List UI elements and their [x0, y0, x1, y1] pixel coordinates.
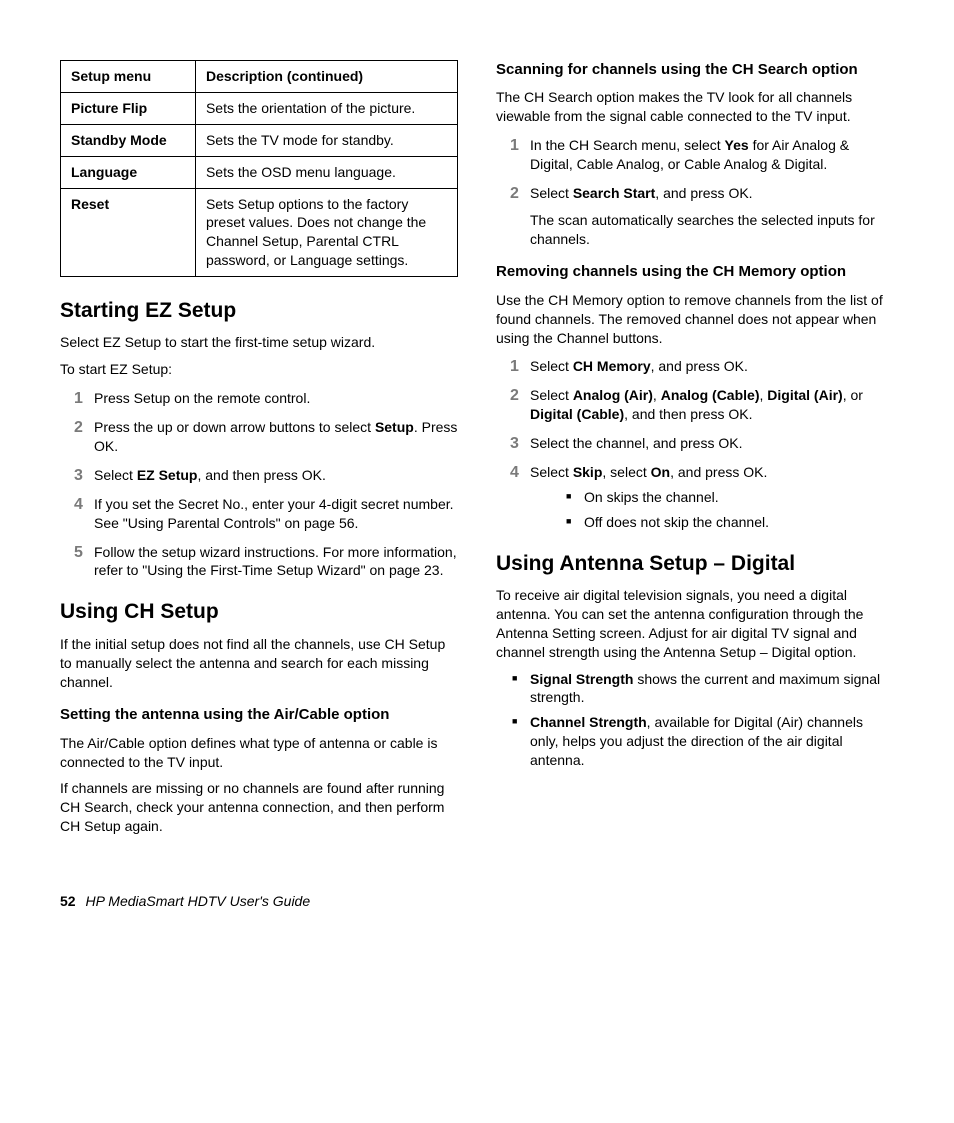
step-number: 1 [510, 135, 519, 157]
paragraph: Select EZ Setup to start the first-time … [60, 333, 458, 352]
step-text: If you set the Secret No., enter your 4-… [94, 496, 454, 531]
footer-title: HP MediaSmart HDTV User's Guide [85, 893, 310, 909]
list-item: 1 In the CH Search menu, select Yes for … [496, 136, 894, 174]
table-header-setup: Setup menu [61, 61, 196, 93]
step-text: Follow the setup wizard instructions. Fo… [94, 544, 457, 579]
paragraph: To start EZ Setup: [60, 360, 458, 379]
remove-steps: 1 Select CH Memory, and press OK. 2 Sele… [496, 357, 894, 531]
paragraph: The CH Search option makes the TV look f… [496, 88, 894, 126]
setup-menu-table: Setup menu Description (continued) Pictu… [60, 60, 458, 277]
list-item: 1 Select CH Memory, and press OK. [496, 357, 894, 376]
step-text: Select CH Memory, and press OK. [530, 358, 748, 374]
table-cell-desc: Sets the TV mode for standby. [195, 124, 457, 156]
list-item: 4 If you set the Secret No., enter your … [60, 495, 458, 533]
list-item: 1 Press Setup on the remote control. [60, 389, 458, 408]
antenna-bullets: Signal Strength shows the current and ma… [496, 670, 894, 770]
table-row: Standby Mode Sets the TV mode for standb… [61, 124, 458, 156]
step-number: 4 [74, 494, 83, 516]
table-cell-key: Picture Flip [61, 92, 196, 124]
step-number: 3 [510, 433, 519, 455]
step-text: Select Skip, select On, and press OK. [530, 464, 767, 480]
subheading-scan: Scanning for channels using the CH Searc… [496, 60, 894, 80]
table-cell-desc: Sets the OSD menu language. [195, 156, 457, 188]
right-column: Scanning for channels using the CH Searc… [496, 60, 894, 844]
step-number: 2 [510, 183, 519, 205]
step-text: In the CH Search menu, select Yes for Ai… [530, 137, 849, 172]
step-number: 1 [74, 388, 83, 410]
list-item: Signal Strength shows the current and ma… [496, 670, 894, 708]
step-number: 5 [74, 542, 83, 564]
list-item: 5 Follow the setup wizard instructions. … [60, 543, 458, 581]
skip-options: On skips the channel. Off does not skip … [530, 488, 894, 532]
table-cell-key: Language [61, 156, 196, 188]
table-row: Reset Sets Setup options to the factory … [61, 188, 458, 277]
step-number: 2 [74, 417, 83, 439]
step-text: Select Analog (Air), Analog (Cable), Dig… [530, 387, 863, 422]
list-item: 3 Select the channel, and press OK. [496, 434, 894, 453]
subheading-remove: Removing channels using the CH Memory op… [496, 262, 894, 282]
paragraph: Use the CH Memory option to remove chann… [496, 291, 894, 348]
list-item: Off does not skip the channel. [530, 513, 894, 532]
page-columns: Setup menu Description (continued) Pictu… [60, 60, 894, 844]
heading-ez-setup: Starting EZ Setup [60, 297, 458, 325]
scan-steps: 1 In the CH Search menu, select Yes for … [496, 136, 894, 248]
list-item: 4 Select Skip, select On, and press OK. … [496, 463, 894, 532]
step-number: 3 [74, 465, 83, 487]
step-text: Press Setup on the remote control. [94, 390, 310, 406]
step-text: Select EZ Setup, and then press OK. [94, 467, 326, 483]
table-row: Language Sets the OSD menu language. [61, 156, 458, 188]
list-item: Channel Strength, available for Digital … [496, 713, 894, 770]
step-number: 4 [510, 462, 519, 484]
list-item: On skips the channel. [530, 488, 894, 507]
table-cell-desc: Sets the orientation of the picture. [195, 92, 457, 124]
heading-antenna-digital: Using Antenna Setup – Digital [496, 550, 894, 578]
list-item: 2 Select Analog (Air), Analog (Cable), D… [496, 386, 894, 424]
heading-ch-setup: Using CH Setup [60, 598, 458, 626]
list-item: 2 Press the up or down arrow buttons to … [60, 418, 458, 456]
paragraph: If the initial setup does not find all t… [60, 635, 458, 692]
table-header-desc: Description (continued) [195, 61, 457, 93]
table-cell-key: Reset [61, 188, 196, 277]
paragraph: The Air/Cable option defines what type o… [60, 734, 458, 772]
step-text: Select the channel, and press OK. [530, 435, 742, 451]
table-cell-desc: Sets Setup options to the factory preset… [195, 188, 457, 277]
page-footer: 52 HP MediaSmart HDTV User's Guide [60, 892, 894, 911]
paragraph: If channels are missing or no channels a… [60, 779, 458, 836]
step-text: Select Search Start, and press OK. [530, 185, 753, 201]
step-number: 1 [510, 356, 519, 378]
paragraph: To receive air digital television signal… [496, 586, 894, 662]
step-text: Press the up or down arrow buttons to se… [94, 419, 457, 454]
step-number: 2 [510, 385, 519, 407]
table-header-row: Setup menu Description (continued) [61, 61, 458, 93]
list-item: 2 Select Search Start, and press OK. The… [496, 184, 894, 249]
left-column: Setup menu Description (continued) Pictu… [60, 60, 458, 844]
table-cell-key: Standby Mode [61, 124, 196, 156]
page-number: 52 [60, 893, 76, 909]
ez-setup-steps: 1 Press Setup on the remote control. 2 P… [60, 389, 458, 580]
table-row: Picture Flip Sets the orientation of the… [61, 92, 458, 124]
list-item: 3 Select EZ Setup, and then press OK. [60, 466, 458, 485]
subheading-air-cable: Setting the antenna using the Air/Cable … [60, 705, 458, 725]
step-sub-text: The scan automatically searches the sele… [530, 211, 894, 249]
